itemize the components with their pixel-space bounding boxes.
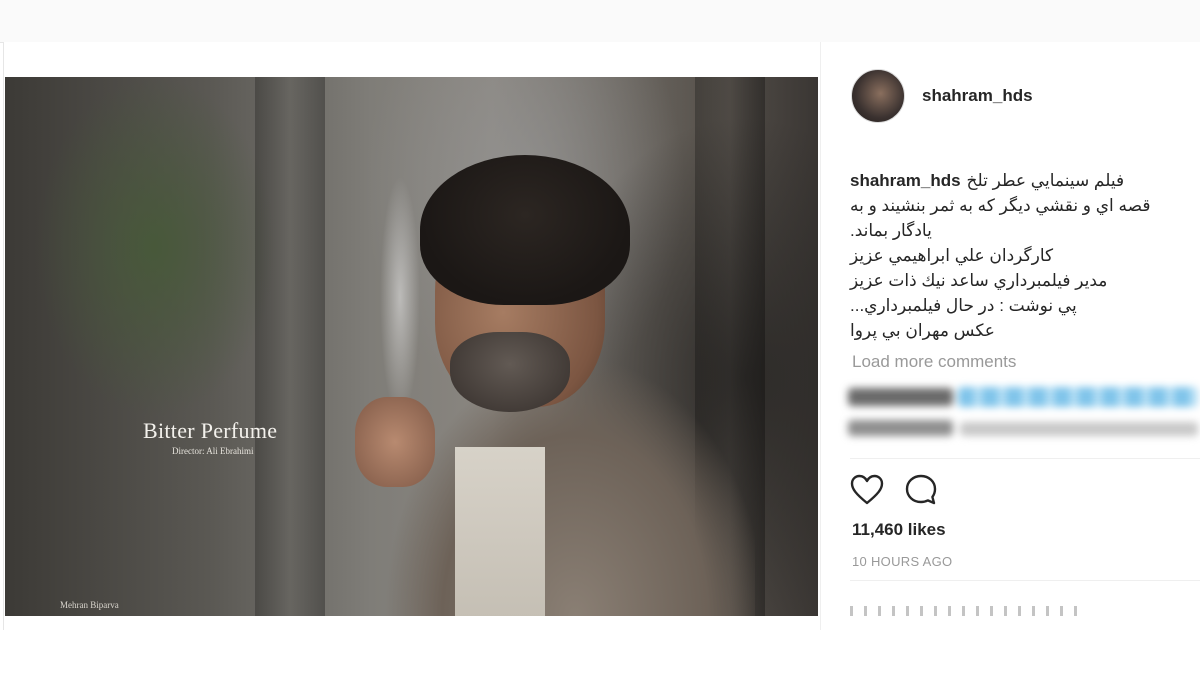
caption-text: مدير فيلمبرداري ساعد نيك ذات عزيز — [850, 271, 1108, 290]
blurred-comment-text — [958, 387, 1198, 407]
post-author-username[interactable]: shahram_hds — [922, 86, 1033, 106]
caption-text: يادگار بماند. — [850, 221, 932, 240]
divider — [850, 580, 1200, 581]
caption-text: عكس مهران بي پروا — [850, 321, 995, 340]
blurred-comment-username — [848, 420, 953, 436]
avatar[interactable] — [851, 69, 905, 123]
post-photo[interactable] — [5, 77, 818, 616]
blurred-comments — [848, 382, 1200, 452]
likes-count[interactable]: 11,460 likes — [852, 520, 946, 540]
blurred-comment-username — [848, 388, 953, 406]
heart-icon[interactable] — [850, 474, 884, 506]
caption-username[interactable]: shahram_hds — [850, 168, 961, 193]
add-comment-field[interactable] — [850, 600, 1200, 620]
caption-text: كارگردان علي ابراهيمي عزيز — [850, 246, 1054, 265]
caption-text: قصه اي و نقشي ديگر كه به ثمر بنشيند و به — [850, 196, 1151, 215]
caption-line: shahram_hds فيلم سينمايي عطر تلخ — [850, 168, 1170, 193]
divider — [850, 458, 1200, 459]
photo-credit: Mehran Biparva — [60, 600, 119, 610]
photo-figure-hair — [420, 155, 630, 305]
add-comment-placeholder — [850, 606, 1080, 616]
photo-figure-hand — [355, 397, 435, 487]
comment-icon[interactable] — [904, 473, 938, 507]
caption-text: پي نوشت : در حال فيلمبرداري... — [850, 296, 1077, 315]
photo-film-title: Bitter Perfume — [143, 418, 278, 443]
top-navigation-bar — [0, 0, 1200, 43]
blurred-comment-text — [960, 422, 1198, 436]
post-caption: shahram_hds فيلم سينمايي عطر تلخ قصه اي … — [850, 168, 1170, 343]
post-timestamp[interactable]: 10 HOURS AGO — [852, 554, 952, 569]
load-more-comments-link[interactable]: Load more comments — [852, 352, 1016, 372]
photo-figure-beard — [450, 332, 570, 412]
photo-figure-shirt — [455, 447, 545, 616]
photo-film-director: Director: Ali Ebrahimi — [172, 446, 254, 456]
photo-background-pillar — [255, 77, 325, 616]
caption-text: فيلم سينمايي عطر تلخ — [966, 171, 1125, 190]
